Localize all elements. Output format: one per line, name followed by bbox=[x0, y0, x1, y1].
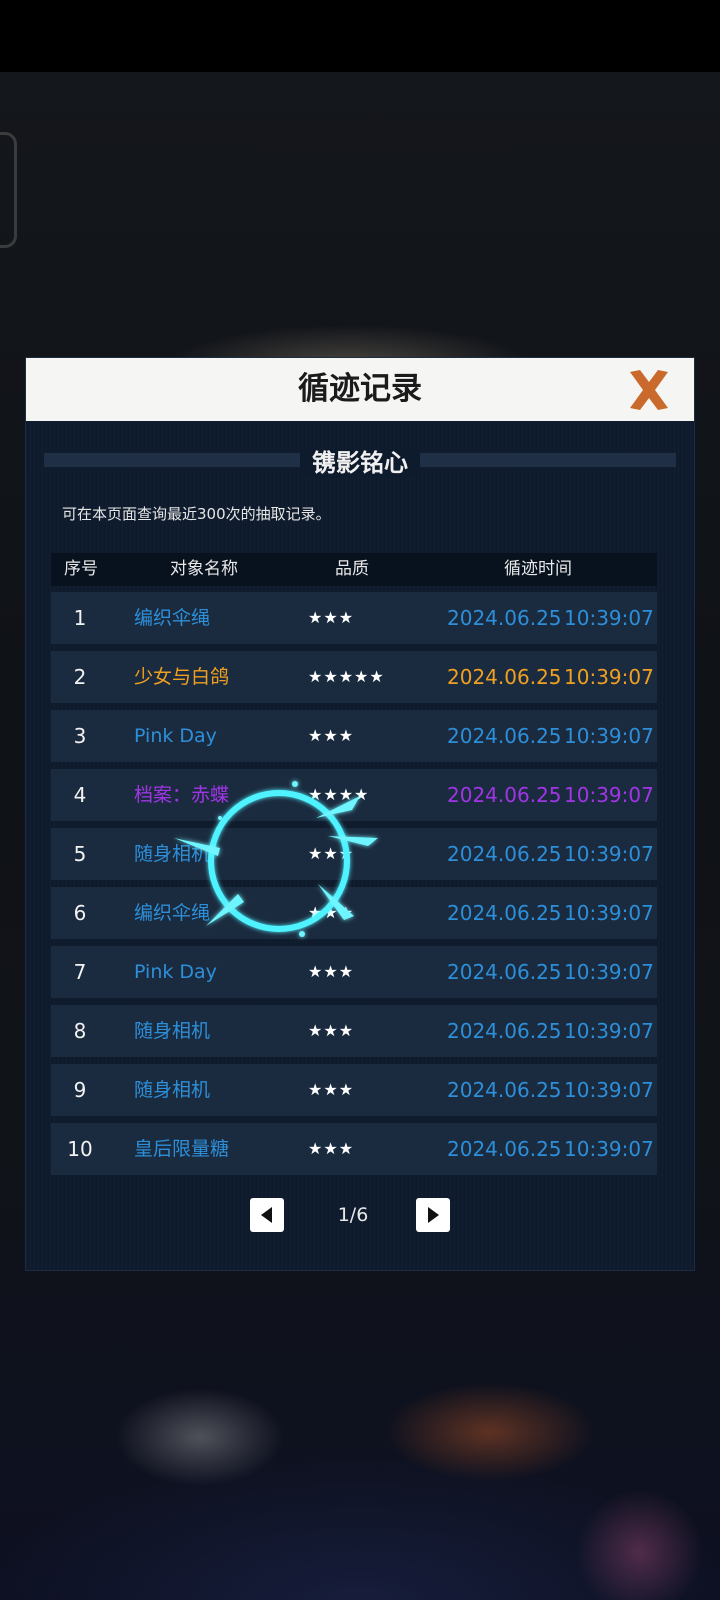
table-row: 2 少女与白鸽 ★★★★★ 2024.06.25 10:39:07 bbox=[51, 651, 657, 703]
triangle-right-icon bbox=[428, 1207, 439, 1223]
row-date: 2024.06.25 bbox=[447, 901, 562, 925]
row-date: 2024.06.25 bbox=[447, 665, 562, 689]
row-index: 8 bbox=[73, 1019, 87, 1043]
row-stars: ★★★★ bbox=[308, 785, 370, 804]
row-stars: ★★★ bbox=[308, 903, 355, 922]
close-x-icon bbox=[630, 370, 668, 410]
row-time: 10:39:07 bbox=[564, 842, 654, 866]
row-index: 2 bbox=[73, 665, 87, 689]
header-name: 对象名称 bbox=[170, 559, 238, 579]
triangle-left-icon bbox=[261, 1207, 272, 1223]
table-row: 9 随身相机 ★★★ 2024.06.25 10:39:07 bbox=[51, 1064, 657, 1116]
row-item-name: 皇后限量糖 bbox=[134, 1138, 230, 1160]
row-item-name: 档案：赤蝶 bbox=[134, 784, 230, 806]
section-title: 镌影铭心 bbox=[26, 443, 694, 478]
row-stars: ★★★ bbox=[308, 726, 355, 745]
header-index: 序号 bbox=[64, 559, 98, 579]
table-row: 7 Pink Day ★★★ 2024.06.25 10:39:07 bbox=[51, 946, 657, 998]
row-date: 2024.06.25 bbox=[447, 724, 562, 748]
close-button[interactable] bbox=[624, 366, 674, 414]
row-time: 10:39:07 bbox=[564, 1137, 654, 1161]
row-item-name: 随身相机 bbox=[134, 1079, 211, 1101]
row-item-name: 编织伞绳 bbox=[134, 607, 211, 629]
table-row: 8 随身相机 ★★★ 2024.06.25 10:39:07 bbox=[51, 1005, 657, 1057]
row-time: 10:39:07 bbox=[564, 606, 654, 630]
row-time: 10:39:07 bbox=[564, 1078, 654, 1102]
row-index: 3 bbox=[73, 724, 87, 748]
table-header: 序号 对象名称 品质 循迹时间 bbox=[51, 553, 657, 586]
row-stars: ★★★ bbox=[308, 1080, 355, 1099]
row-stars: ★★★ bbox=[308, 962, 355, 981]
modal-title: 循迹记录 bbox=[298, 371, 422, 407]
row-item-name: 编织伞绳 bbox=[134, 902, 211, 924]
page-indicator: 1/6 bbox=[337, 1204, 369, 1226]
pagination: 1/6 bbox=[0, 1198, 720, 1232]
row-index: 5 bbox=[73, 842, 87, 866]
table-row: 3 Pink Day ★★★ 2024.06.25 10:39:07 bbox=[51, 710, 657, 762]
row-time: 10:39:07 bbox=[564, 960, 654, 984]
row-index: 6 bbox=[73, 901, 87, 925]
row-date: 2024.06.25 bbox=[447, 783, 562, 807]
row-time: 10:39:07 bbox=[564, 724, 654, 748]
row-index: 10 bbox=[67, 1137, 93, 1161]
table-row: 5 随身相机 ★★★ 2024.06.25 10:39:07 bbox=[51, 828, 657, 880]
row-time: 10:39:07 bbox=[564, 901, 654, 925]
row-stars: ★★★ bbox=[308, 844, 355, 863]
row-time: 10:39:07 bbox=[564, 1019, 654, 1043]
row-stars: ★★★★★ bbox=[308, 667, 385, 686]
row-date: 2024.06.25 bbox=[447, 842, 562, 866]
row-item-name: 少女与白鸽 bbox=[134, 666, 230, 688]
table-row: 1 编织伞绳 ★★★ 2024.06.25 10:39:07 bbox=[51, 592, 657, 644]
row-stars: ★★★ bbox=[308, 608, 355, 627]
next-page-button[interactable] bbox=[416, 1198, 450, 1232]
header-quality: 品质 bbox=[335, 559, 369, 579]
row-stars: ★★★ bbox=[308, 1139, 355, 1158]
row-index: 7 bbox=[73, 960, 87, 984]
row-date: 2024.06.25 bbox=[447, 1019, 562, 1043]
row-index: 4 bbox=[73, 783, 87, 807]
row-date: 2024.06.25 bbox=[447, 960, 562, 984]
prev-page-button[interactable] bbox=[250, 1198, 284, 1232]
table-row: 4 档案：赤蝶 ★★★★ 2024.06.25 10:39:07 bbox=[51, 769, 657, 821]
side-panel-edge bbox=[0, 132, 17, 248]
row-item-name: 随身相机 bbox=[134, 843, 211, 865]
row-time: 10:39:07 bbox=[564, 665, 654, 689]
row-item-name: 随身相机 bbox=[134, 1020, 211, 1042]
table-row: 10 皇后限量糖 ★★★ 2024.06.25 10:39:07 bbox=[51, 1123, 657, 1175]
table-row: 6 编织伞绳 ★★★ 2024.06.25 10:39:07 bbox=[51, 887, 657, 939]
modal-header: 循迹记录 bbox=[26, 358, 694, 421]
section-title-text: 镌影铭心 bbox=[300, 449, 420, 477]
row-date: 2024.06.25 bbox=[447, 1137, 562, 1161]
row-time: 10:39:07 bbox=[564, 783, 654, 807]
notice-text: 可在本页面查询最近300次的抽取记录。 bbox=[62, 505, 331, 523]
row-date: 2024.06.25 bbox=[447, 606, 562, 630]
header-time: 循迹时间 bbox=[504, 559, 572, 579]
row-item-name: Pink Day bbox=[134, 961, 217, 983]
row-date: 2024.06.25 bbox=[447, 1078, 562, 1102]
status-bar bbox=[0, 0, 720, 72]
row-stars: ★★★ bbox=[308, 1021, 355, 1040]
row-item-name: Pink Day bbox=[134, 725, 217, 747]
row-index: 1 bbox=[73, 606, 87, 630]
row-index: 9 bbox=[73, 1078, 87, 1102]
